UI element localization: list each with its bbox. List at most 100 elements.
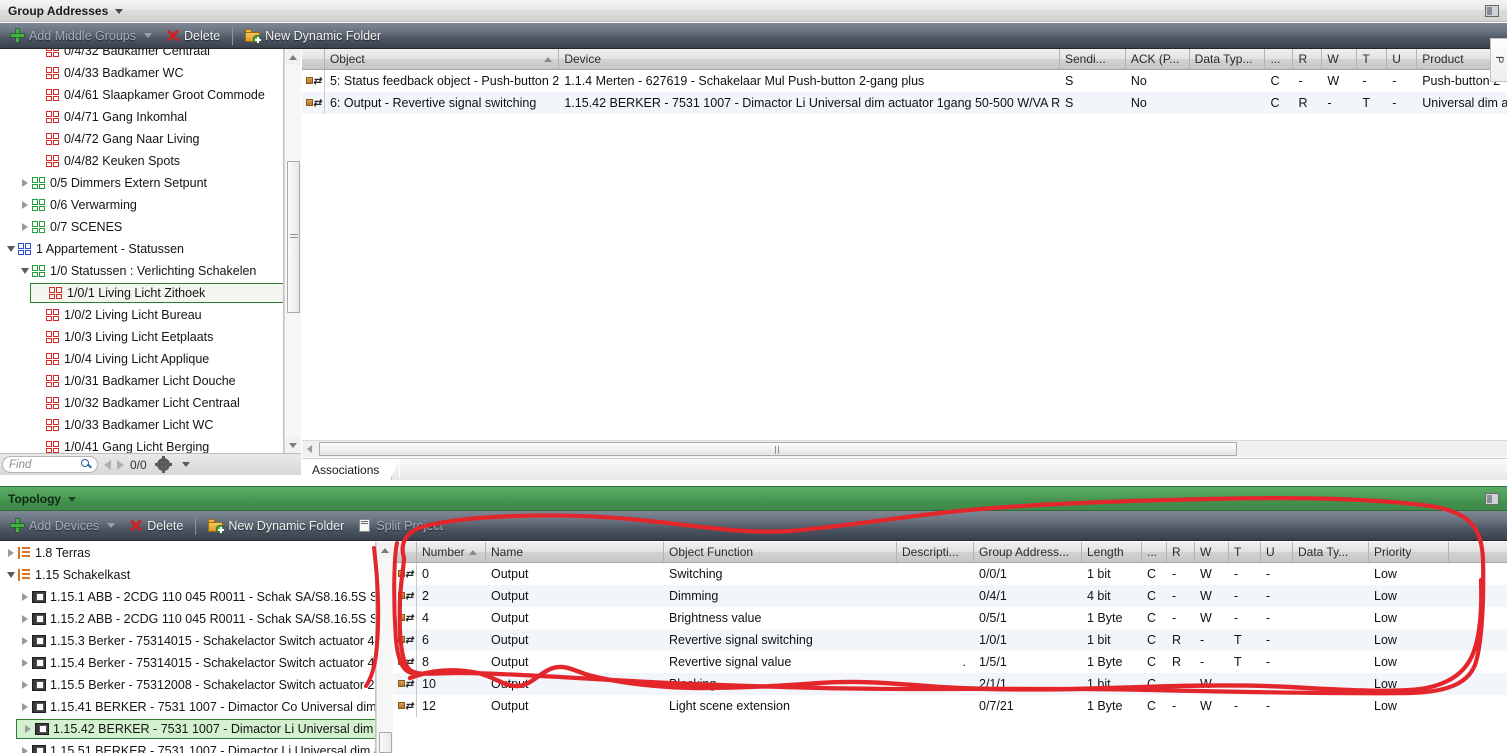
tree-item[interactable]: 1/0/41 Gang Licht Berging [0,436,283,453]
row-header[interactable]: ⇄ [394,607,417,629]
tree-item[interactable]: 0/4/32 Badkamer Centraal [0,49,283,62]
column-header[interactable]: Number [417,542,486,562]
topology-tree-scrollbar[interactable] [376,542,393,753]
delete-button[interactable]: Delete [159,25,227,47]
new-dynamic-folder-button[interactable]: New Dynamic Folder [238,25,388,47]
tree-item[interactable]: 0/5 Dimmers Extern Setpunt [0,172,283,194]
table-row[interactable]: ⇄ 8 Output Revertive signal value. 1/5/1 1 By… [394,651,1507,673]
chevron-down-icon[interactable] [107,523,116,528]
expand-arrow-icon[interactable] [21,725,35,733]
tree-item[interactable]: 1.15.2 ABB - 2CDG 110 045 R0011 - Schak … [0,608,375,630]
column-header[interactable]: Data Typ... [1190,49,1266,69]
expand-arrow-icon[interactable] [18,179,32,187]
tree-item[interactable]: 1.15.5 Berker - 75312008 - Schakelactor … [0,674,375,696]
expand-arrow-icon[interactable] [18,615,32,623]
column-header[interactable]: Length [1082,542,1142,562]
row-header[interactable]: ⇄ [394,673,417,695]
row-header[interactable]: ⇄ [302,70,325,92]
scroll-up-arrow[interactable] [377,542,393,558]
tree-item[interactable]: 1 Appartement - Statussen [0,238,283,260]
column-header[interactable]: ACK (P... [1126,49,1190,69]
expand-arrow-icon[interactable] [4,549,18,557]
column-header[interactable]: R [1167,542,1195,562]
chevron-down-icon[interactable] [181,462,190,467]
chevron-down-icon[interactable] [144,33,153,38]
search-icon[interactable] [81,459,92,470]
tree-item[interactable]: 0/4/61 Slaapkamer Groot Commode [0,84,283,106]
hscrollbar-thumb[interactable] [319,442,1237,456]
expand-arrow-icon[interactable] [18,659,32,667]
collapse-arrow-icon[interactable] [4,246,18,252]
tree-item[interactable]: 0/7 SCENES [0,216,283,238]
scrollbar-thumb[interactable] [287,161,300,313]
gear-icon[interactable] [154,456,172,473]
collapse-arrow-icon[interactable] [18,268,32,274]
collapse-arrow-icon[interactable] [4,572,18,578]
tree-item[interactable]: 1.15.1 ABB - 2CDG 110 045 R0011 - Schak … [0,586,375,608]
tree-item[interactable]: 0/4/82 Keuken Spots [0,150,283,172]
column-header[interactable]: ... [1142,542,1167,562]
column-header[interactable]: Group Address... [974,542,1082,562]
column-header[interactable]: T [1229,542,1261,562]
tree-item[interactable]: 1/0/3 Living Licht Eetplaats [0,326,283,348]
chevron-down-icon[interactable] [115,9,124,14]
topology-delete-button[interactable]: Delete [122,515,190,537]
topology-tree[interactable]: 1.8 Terras 1.15 Schakelkast 1.15.1 ABB - 2… [0,542,376,753]
tree-item[interactable]: 1.15.41 BERKER - 7531 1007 - Dimactor Co… [0,696,375,718]
split-project-button[interactable]: Split Project [351,515,450,537]
topology-panel-layout-button[interactable] [1485,493,1499,505]
column-header[interactable]: W [1195,542,1229,562]
table-row[interactable]: ⇄ 5: Status feedback object - Push-button… [302,70,1507,92]
add-middle-groups-button[interactable]: Add Middle Groups [4,25,159,47]
scrollbar-thumb[interactable] [379,732,392,753]
expand-arrow-icon[interactable] [18,703,32,711]
right-side-vertical-tab[interactable]: P [1490,38,1507,82]
tree-item[interactable]: 1.15.51 BERKER - 7531 1007 - Dimactor Li… [0,740,375,753]
column-header[interactable]: W [1322,49,1358,69]
group-addresses-tree-scrollbar[interactable] [284,49,301,453]
tab-associations[interactable]: Associations [302,459,401,480]
topology-new-dynamic-folder-button[interactable]: New Dynamic Folder [201,515,351,537]
tree-item[interactable]: 1/0/4 Living Licht Applique [0,348,283,370]
table-row[interactable]: ⇄ 0 Output Switching 0/0/1 1 bit C - W - - Low [394,563,1507,585]
tree-item[interactable]: 0/4/71 Gang Inkomhal [0,106,283,128]
table-row[interactable]: ⇄ 10 Output Blocking 2/1/1 1 bit C - W - - Low [394,673,1507,695]
column-header[interactable]: Descripti... [897,542,974,562]
expand-arrow-icon[interactable] [18,593,32,601]
tree-item[interactable]: 1.15.42 BERKER - 7531 1007 - Dimactor Li… [16,719,375,739]
column-header[interactable]: Object [325,49,560,69]
tree-item[interactable]: 0/6 Verwarming [0,194,283,216]
expand-arrow-icon[interactable] [18,637,32,645]
tree-item[interactable]: 1/0/31 Badkamer Licht Douche [0,370,283,392]
associations-grid-header[interactable]: Object Device Sendi... ACK (P... Data Typ...… [302,49,1507,70]
column-header[interactable]: T [1357,49,1388,69]
tree-item[interactable]: 1/0/2 Living Licht Bureau [0,304,283,326]
row-header[interactable]: ⇄ [394,651,417,673]
column-header[interactable]: U [1387,49,1418,69]
table-row[interactable]: ⇄ 12 Output Light scene extension 0/7/21 1 By… [394,695,1507,717]
tree-item[interactable]: 1/0/33 Badkamer Licht WC [0,414,283,436]
table-row[interactable]: ⇄ 6: Output - Revertive signal switching 1… [302,92,1507,114]
table-row[interactable]: ⇄ 4 Output Brightness value 0/5/1 1 Byte C - W - -… [394,607,1507,629]
row-header[interactable]: ⇄ [394,695,417,717]
column-header[interactable]: ... [1265,49,1294,69]
column-header[interactable]: Sendi... [1060,49,1126,69]
scroll-left-arrow[interactable] [302,442,317,457]
expand-arrow-icon[interactable] [18,681,32,689]
tree-item[interactable]: 1/0/32 Badkamer Licht Centraal [0,392,283,414]
row-header[interactable]: ⇄ [394,563,417,585]
tree-item[interactable]: 0/4/33 Badkamer WC [0,62,283,84]
expand-arrow-icon[interactable] [18,201,32,209]
scroll-down-arrow[interactable] [285,437,301,453]
row-header[interactable]: ⇄ [394,629,417,651]
tree-item[interactable]: 0/4/72 Gang Naar Living [0,128,283,150]
chevron-down-icon[interactable] [68,497,77,502]
column-header[interactable]: Device [559,49,1060,69]
tree-item[interactable]: 1.8 Terras [0,542,375,564]
find-input[interactable]: Find [2,456,98,473]
find-prev-button[interactable] [104,459,111,470]
scroll-up-arrow[interactable] [285,49,301,65]
column-header[interactable]: Object Function [664,542,897,562]
find-next-button[interactable] [117,459,124,470]
panel-layout-button[interactable] [1485,5,1499,17]
